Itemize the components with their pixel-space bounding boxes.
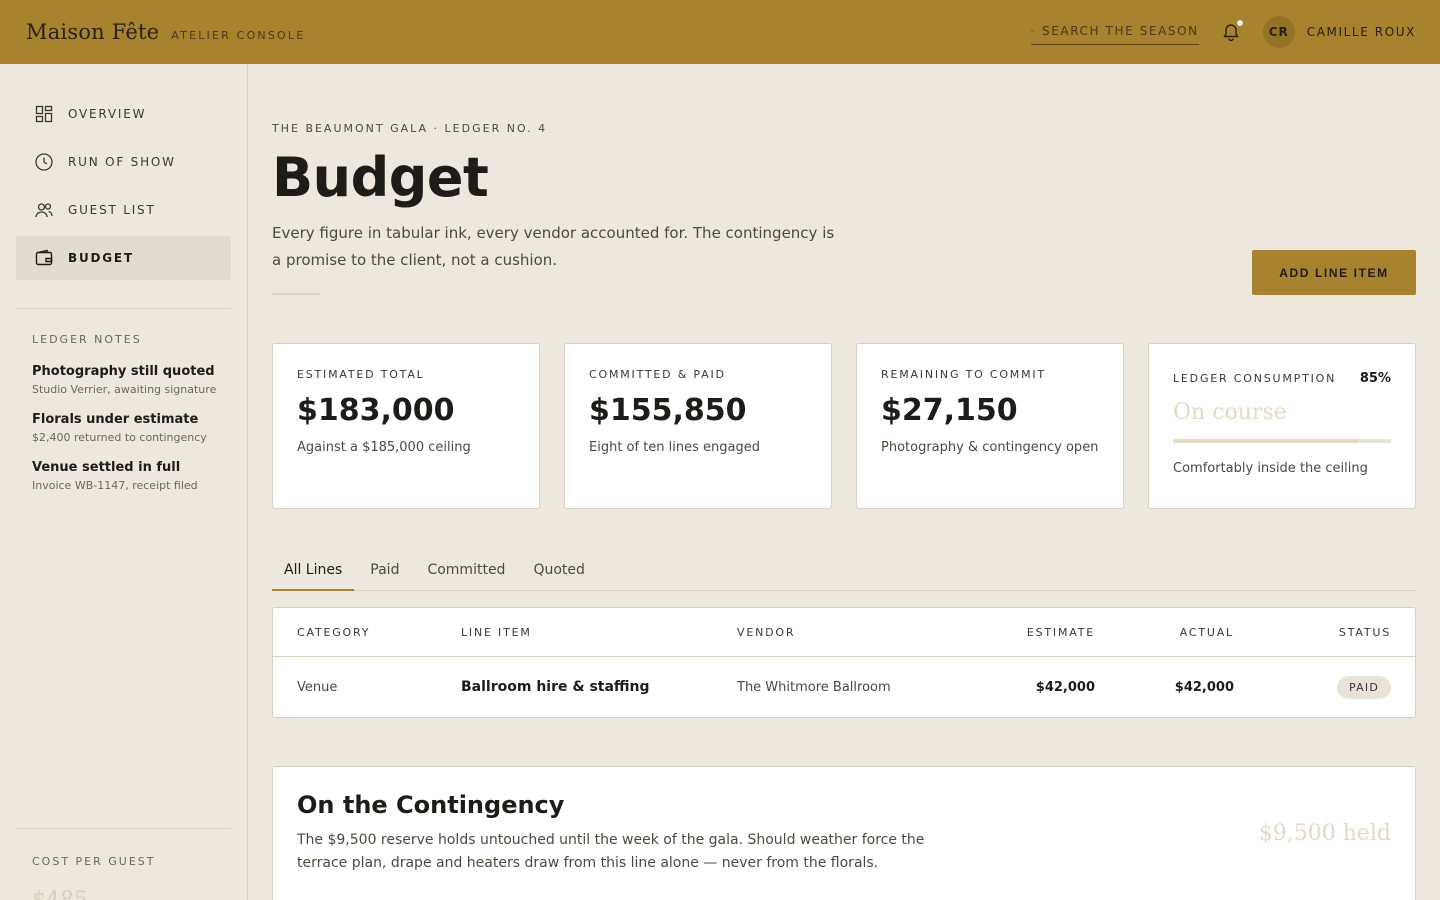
avatar: CR	[1262, 16, 1295, 48]
grid-icon	[35, 105, 53, 123]
users-icon	[35, 203, 53, 218]
sidebar: Overview Run of Show Guest List Budget L…	[0, 64, 248, 900]
tab-committed[interactable]: Committed	[415, 554, 517, 591]
column-header-line-item[interactable]: Line Item	[461, 626, 737, 639]
top-right-controls: Search the season CR Camille Roux	[1030, 16, 1416, 48]
table-header: Category Line Item Vendor Estimate Actua…	[273, 608, 1415, 657]
column-header-category[interactable]: Category	[297, 626, 461, 639]
notifications-button[interactable]	[1221, 20, 1243, 42]
contingency-held-amount: $9,500 held	[1258, 821, 1391, 846]
brand-name[interactable]: Maison Fête	[26, 20, 159, 44]
card-note: Photography & contingency open	[881, 440, 1099, 455]
cell-vendor: The Whitmore Ballroom	[737, 679, 891, 695]
ledger-note-subtitle: Invoice WB-1147, receipt filed	[32, 479, 198, 492]
sidebar-item-guest-list[interactable]: Guest List	[16, 188, 231, 232]
search-input[interactable]: Search the season	[1030, 19, 1199, 45]
consumption-progress-bar	[1173, 439, 1391, 443]
consumption-percent: 85%	[1359, 371, 1391, 386]
card-note: Eight of ten lines engaged	[589, 440, 760, 455]
ledger-note: Photography still quoted Studio Verrier,…	[16, 364, 231, 396]
consumption-progress-fill	[1173, 439, 1359, 443]
ledger-note-subtitle: Studio Verrier, awaiting signature	[32, 383, 217, 396]
ledger-note-title: Venue settled in full	[32, 460, 181, 475]
ledger-tabs: All Lines Paid Committed Quoted	[272, 554, 1416, 591]
sidebar-item-budget[interactable]: Budget	[16, 236, 231, 280]
tab-paid[interactable]: Paid	[358, 554, 411, 591]
consumption-status: On course	[1173, 400, 1287, 425]
sidebar-divider	[16, 308, 231, 309]
column-header-actual[interactable]: Actual	[1095, 626, 1234, 639]
card-label: Ledger Consumption	[1173, 372, 1337, 385]
brand: Maison Fête Atelier Console	[26, 20, 305, 44]
top-bar: Maison Fête Atelier Console Search the s…	[0, 0, 1440, 64]
column-header-vendor[interactable]: Vendor	[737, 626, 937, 639]
contingency-panel: On the Contingency The $9,500 reserve ho…	[272, 766, 1416, 900]
search-placeholder: Search the season	[1041, 23, 1199, 38]
cost-per-guest: Cost per Guest $485	[16, 828, 231, 900]
card-note: Against a $185,000 ceiling	[297, 440, 471, 455]
tab-all-lines[interactable]: All Lines	[272, 554, 355, 591]
ledger-note: Florals under estimate $2,400 returned t…	[16, 412, 231, 444]
search-icon	[1030, 29, 1034, 32]
wallet-icon	[35, 249, 53, 266]
ledger-note-title: Florals under estimate	[32, 412, 199, 427]
summary-card-ledger-consumption: Ledger Consumption 85% On course Comfort…	[1148, 343, 1416, 509]
ledger-note: Venue settled in full Invoice WB-1147, r…	[16, 460, 231, 492]
card-label: Remaining to Commit	[881, 368, 1046, 381]
notification-dot	[1236, 20, 1243, 26]
cell-estimate: $42,000	[1035, 679, 1095, 695]
page-title: Budget	[272, 146, 489, 209]
ledger-table: Category Line Item Vendor Estimate Actua…	[272, 607, 1416, 718]
cell-line-item: Ballroom hire & staffing	[461, 679, 650, 695]
column-header-status[interactable]: Status	[1234, 626, 1391, 639]
ledger-note-subtitle: $2,400 returned to contingency	[32, 431, 207, 444]
user-menu[interactable]: CR Camille Roux	[1262, 16, 1416, 48]
cost-per-guest-value: $485	[16, 888, 231, 900]
sidebar-item-run-of-show[interactable]: Run of Show	[16, 140, 231, 184]
ledger-note-title: Photography still quoted	[32, 364, 215, 379]
card-note: Comfortably inside the ceiling	[1173, 461, 1368, 476]
brand-subtitle: Atelier Console	[171, 29, 306, 42]
card-label: Committed & Paid	[589, 368, 726, 381]
tab-quoted[interactable]: Quoted	[521, 554, 596, 591]
summary-card-remaining: Remaining to Commit $27,150 Photography …	[856, 343, 1124, 509]
status-badge: Paid	[1337, 675, 1391, 699]
cost-per-guest-heading: Cost per Guest	[32, 855, 156, 868]
sidebar-item-label: Budget	[68, 251, 134, 265]
sidebar-item-label: Run of Show	[68, 155, 176, 169]
cell-status: Paid	[1234, 675, 1391, 699]
title-rule	[272, 293, 320, 295]
summary-card-estimated-total: Estimated Total $183,000 Against a $185,…	[272, 343, 540, 509]
contingency-text: The $9,500 reserve holds untouched until…	[297, 832, 925, 871]
sidebar-item-label: Overview	[68, 107, 147, 121]
contingency-title: On the Contingency	[297, 791, 565, 819]
card-value: $155,850	[589, 393, 747, 428]
summary-card-committed-paid: Committed & Paid $155,850 Eight of ten l…	[564, 343, 832, 509]
add-line-item-button[interactable]: Add Line Item	[1252, 250, 1416, 295]
column-header-estimate[interactable]: Estimate	[937, 626, 1095, 639]
cell-actual: $42,000	[1174, 679, 1234, 695]
consumption-header: Ledger Consumption 85%	[1173, 371, 1391, 386]
card-label: Estimated Total	[297, 368, 425, 381]
clock-icon	[35, 153, 53, 171]
card-value: $183,000	[297, 393, 455, 428]
page-description: Every figure in tabular ink, every vendo…	[272, 224, 835, 269]
sidebar-item-overview[interactable]: Overview	[16, 92, 231, 136]
main-content: The Beaumont Gala · Ledger No. 4 Budget …	[272, 64, 1416, 900]
sidebar-nav: Overview Run of Show Guest List Budget	[16, 92, 231, 280]
table-row[interactable]: Venue Ballroom hire & staffing The Whitm…	[273, 657, 1415, 717]
card-value: $27,150	[881, 393, 1018, 428]
ledger-notes-heading: Ledger Notes	[32, 333, 142, 346]
user-name: Camille Roux	[1306, 25, 1416, 39]
cell-category: Venue	[297, 679, 338, 695]
breadcrumb: The Beaumont Gala · Ledger No. 4	[272, 122, 548, 135]
sidebar-item-label: Guest List	[68, 203, 156, 217]
summary-cards: Estimated Total $183,000 Against a $185,…	[272, 343, 1416, 509]
